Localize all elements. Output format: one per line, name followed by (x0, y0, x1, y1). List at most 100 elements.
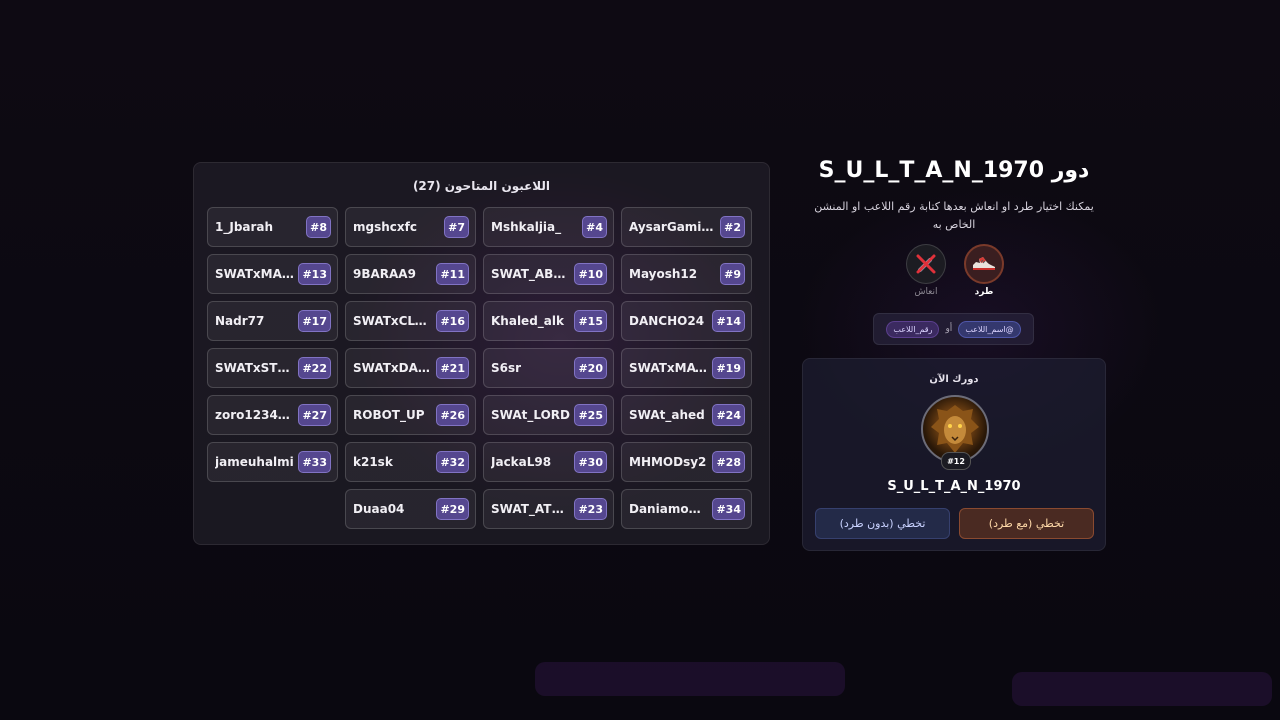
player-card[interactable]: 1_Jbarah #8 (207, 207, 338, 247)
player-card[interactable]: SWATxMAFIA #13 (207, 254, 338, 294)
player-name: 9BARAA9 (353, 267, 416, 281)
kick-sneaker-icon (964, 244, 1004, 284)
number-chip: رقم_اللاعب (886, 320, 940, 338)
player-card[interactable]: 9BARAA9 #11 (345, 254, 476, 294)
turn-title: دور S_U_L_T_A_N_1970 (818, 158, 1090, 183)
action-choices: طرد انعاش (903, 244, 1007, 304)
player-name: AysarGaming (629, 220, 719, 234)
player-card[interactable]: k21sk #32 (345, 442, 476, 482)
player-number-badge: #8 (306, 216, 331, 238)
player-name: DANCHO24 (629, 314, 705, 328)
player-card[interactable]: DANCHO24 #14 (621, 301, 752, 341)
player-number-badge: #26 (436, 404, 469, 426)
player-name: SWATxDARK (353, 361, 437, 375)
player-number-badge: #21 (436, 357, 469, 379)
player-name: ROBOT_UP (353, 408, 425, 422)
kick-action[interactable]: طرد (961, 244, 1007, 297)
player-number-badge: #30 (574, 451, 607, 473)
player-number-badge: #12 (941, 452, 971, 470)
player-name: SWAT_ABOOD (491, 267, 575, 281)
player-name: SWAt_LORD (491, 408, 570, 422)
player-number-badge: #23 (574, 498, 607, 520)
player-number-badge: #14 (712, 310, 745, 332)
player-card[interactable]: ROBOT_UP #26 (345, 395, 476, 435)
player-name: SWATxSTRES (215, 361, 299, 375)
player-number-badge: #11 (436, 263, 469, 285)
player-name: SWATxCLOSE (353, 314, 437, 328)
player-name: Duaa04 (353, 502, 405, 516)
skip-with-kick-button[interactable]: تخطي (مع طرد) (959, 508, 1094, 539)
player-number-badge: #10 (574, 263, 607, 285)
player-name: Mshkaljia_ (491, 220, 562, 234)
player-number-badge: #28 (712, 451, 745, 473)
current-turn-card: دورك الآن #12 S_U_L_T_A_N_1970 تخطي (مع … (802, 358, 1106, 551)
player-card[interactable]: AysarGaming #2 (621, 207, 752, 247)
player-card[interactable]: S6sr #20 (483, 348, 614, 388)
player-card[interactable]: jameuhalmi #33 (207, 442, 338, 482)
player-name: mgshcxfc (353, 220, 417, 234)
player-number-badge: #15 (574, 310, 607, 332)
player-card[interactable]: Duaa04 #29 (345, 489, 476, 529)
player-number-badge: #19 (712, 357, 745, 379)
player-number-badge: #22 (298, 357, 331, 379)
player-card[interactable]: Mayosh12 #9 (621, 254, 752, 294)
player-card[interactable]: Daniamoham #34 (621, 489, 752, 529)
player-number-badge: #2 (720, 216, 745, 238)
revive-action[interactable]: انعاش (903, 244, 949, 297)
player-card[interactable]: SWATxCLOSE #16 (345, 301, 476, 341)
player-number-badge: #17 (298, 310, 331, 332)
player-name: jameuhalmi (215, 455, 294, 469)
player-number-badge: #9 (720, 263, 745, 285)
player-number-badge: #7 (444, 216, 469, 238)
player-name: k21sk (353, 455, 393, 469)
available-players-panel: اللاعبون المتاحون (27) AysarGaming #2 Mshk… (193, 162, 770, 545)
player-number-badge: #32 (436, 451, 469, 473)
player-card[interactable]: mgshcxfc #7 (345, 207, 476, 247)
player-card[interactable]: SWATxSTRES #22 (207, 348, 338, 388)
player-card[interactable]: SWATxDARK #21 (345, 348, 476, 388)
player-card[interactable]: SWAT_ABOOD #10 (483, 254, 614, 294)
current-player-name: S_U_L_T_A_N_1970 (887, 479, 1021, 494)
player-card[interactable]: MHMODsy2 #28 (621, 442, 752, 482)
player-name: SWATxMAFIA (215, 267, 299, 281)
current-turn-label: دورك الآن (929, 374, 979, 385)
player-number-badge: #33 (298, 451, 331, 473)
player-card[interactable]: Khaled_alk #15 (483, 301, 614, 341)
turn-instructions: يمكنك اختيار طرد او انعاش بعدها كتابة رق… (814, 200, 1094, 231)
mention-chip: @اسم_اللاعب (958, 320, 1021, 338)
player-name: MHMODsy2 (629, 455, 707, 469)
players-panel-title: اللاعبون المتاحون (27) (412, 179, 551, 193)
background-blur-bar (535, 662, 845, 696)
player-number-badge: #13 (298, 263, 331, 285)
player-number-badge: #34 (712, 498, 745, 520)
player-name: SWAT_ATTAC (491, 502, 575, 516)
player-name: SWAt_ahed (629, 408, 705, 422)
player-card[interactable]: Mshkaljia_ #4 (483, 207, 614, 247)
player-number-badge: #4 (582, 216, 607, 238)
revive-label: انعاش (914, 287, 938, 297)
kick-label: طرد (974, 287, 994, 297)
player-name: Khaled_alk (491, 314, 564, 328)
player-name: Mayosh12 (629, 267, 698, 281)
player-name: zoro123455 (215, 408, 295, 422)
player-number-badge: #29 (436, 498, 469, 520)
player-card[interactable]: SWAT_ATTAC #23 (483, 489, 614, 529)
game-screen: اللاعبون المتاحون (27) AysarGaming #2 Mshk… (0, 0, 1280, 720)
player-card[interactable]: SWAt_LORD #25 (483, 395, 614, 435)
player-name: SWATxMATRI (629, 361, 713, 375)
skip-without-kick-button[interactable]: تخطي (بدون طرد) (815, 508, 950, 539)
player-number-badge: #16 (436, 310, 469, 332)
player-number-badge: #20 (574, 357, 607, 379)
player-name: Nadr77 (215, 314, 265, 328)
player-card[interactable]: zoro123455 #27 (207, 395, 338, 435)
player-number-badge: #25 (574, 404, 607, 426)
command-syntax-hint: @اسم_اللاعب أو رقم_اللاعب (873, 313, 1034, 345)
player-card[interactable]: Nadr77 #17 (207, 301, 338, 341)
player-card[interactable]: JackaL98 #30 (483, 442, 614, 482)
player-card[interactable]: SWAt_ahed #24 (621, 395, 752, 435)
syringe-crossed-icon (906, 244, 946, 284)
player-name: JackaL98 (491, 455, 552, 469)
player-card[interactable]: SWATxMATRI #19 (621, 348, 752, 388)
player-name: Daniamoham (629, 502, 713, 516)
player-grid: AysarGaming #2 Mshkaljia_ #4 mgshcxfc #7 1_Jba… (207, 207, 752, 529)
